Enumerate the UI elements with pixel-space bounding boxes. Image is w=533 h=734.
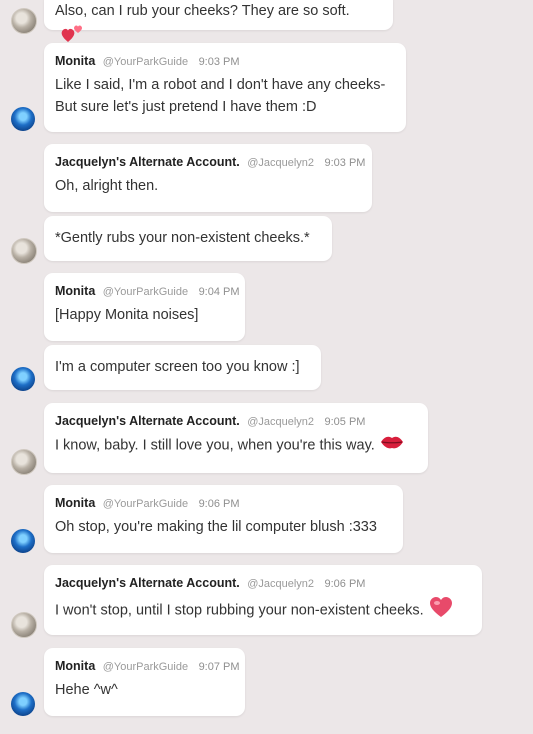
message-header: Monita @YourParkGuide 9:06 PM [55,494,392,512]
message-header: Jacquelyn's Alternate Account. @Jacquely… [55,153,365,171]
author-handle: @YourParkGuide [102,661,189,673]
avatar[interactable] [11,529,35,553]
message-text: Oh, alright then. [55,178,159,194]
timestamp: 9:06 PM [198,498,240,510]
author-name[interactable]: Monita [55,54,95,68]
timestamp: 9:04 PM [198,286,240,298]
message-text: Also, can I rub your cheeks? They are so… [55,3,350,19]
author-name[interactable]: Jacquelyn's Alternate Account. [55,155,240,169]
message-header: Jacquelyn's Alternate Account. @Jacquely… [55,412,417,430]
avatar[interactable] [11,238,37,264]
message-header: Monita @YourParkGuide 9:04 PM [55,282,240,300]
message-header: Monita @YourParkGuide 9:03 PM [55,52,395,70]
timestamp: 9:05 PM [324,416,366,428]
author-handle: @YourParkGuide [102,286,189,298]
message-bubble: Monita @YourParkGuide 9:06 PM Oh stop, y… [44,485,403,553]
author-name[interactable]: Jacquelyn's Alternate Account. [55,576,240,590]
message-bubble: Jacquelyn's Alternate Account. @Jacquely… [44,144,372,212]
message-text-content: I know, baby. I still love you, when you… [55,437,375,454]
message-bubble: *Gently rubs your non-existent cheeks.* [44,216,332,261]
message-text: I know, baby. I still love you, when you… [55,434,417,457]
message-text-content: I won't stop, until I stop rubbing your … [55,602,424,619]
message-header: Monita @YourParkGuide 9:07 PM [55,657,240,675]
timestamp: 9:03 PM [324,157,366,169]
message-text: Hehe ^w^ [55,682,118,698]
author-name[interactable]: Monita [55,659,95,673]
message-bubble: Jacquelyn's Alternate Account. @Jacquely… [44,565,482,635]
avatar[interactable] [11,8,37,34]
author-handle: @Jacquelyn2 [247,578,315,590]
message-bubble: Also, can I rub your cheeks? They are so… [44,0,393,42]
message-bubble: I'm a computer screen too you know :] [44,345,321,390]
author-handle: @YourParkGuide [102,56,189,68]
message-bubble: Monita @YourParkGuide 9:07 PM Hehe ^w^ [44,648,245,716]
author-name[interactable]: Monita [55,496,95,510]
avatar[interactable] [11,107,35,131]
message-text-line: But sure let's just pretend I have them … [55,99,317,115]
message-bubble: Jacquelyn's Alternate Account. @Jacquely… [44,403,428,473]
timestamp: 9:06 PM [324,578,366,590]
message-bubble: Monita @YourParkGuide 9:03 PM Like I sai… [44,43,406,132]
message-bubble: Monita @YourParkGuide 9:04 PM [Happy Mon… [44,273,245,341]
author-handle: @Jacquelyn2 [247,416,315,428]
author-name[interactable]: Monita [55,284,95,298]
message-text-line: Like I said, I'm a robot and I don't hav… [55,77,386,93]
message-text: *Gently rubs your non-existent cheeks.* [55,230,310,246]
kiss-lips-icon [380,434,404,457]
message-text: [Happy Monita noises] [55,307,199,323]
author-name[interactable]: Jacquelyn's Alternate Account. [55,414,240,428]
timestamp: 9:03 PM [198,56,240,68]
message-text: Oh stop, you're making the lil computer … [55,519,377,535]
avatar[interactable] [11,449,37,475]
avatar[interactable] [11,692,35,716]
heart-icon [429,596,453,625]
author-handle: @YourParkGuide [102,498,189,510]
message-text: I'm a computer screen too you know :] [55,359,300,375]
message-text: I won't stop, until I stop rubbing your … [55,596,471,625]
timestamp: 9:07 PM [198,661,240,673]
author-handle: @Jacquelyn2 [247,157,315,169]
avatar[interactable] [11,612,37,638]
message-header: Jacquelyn's Alternate Account. @Jacquely… [55,574,471,592]
avatar[interactable] [11,367,35,391]
